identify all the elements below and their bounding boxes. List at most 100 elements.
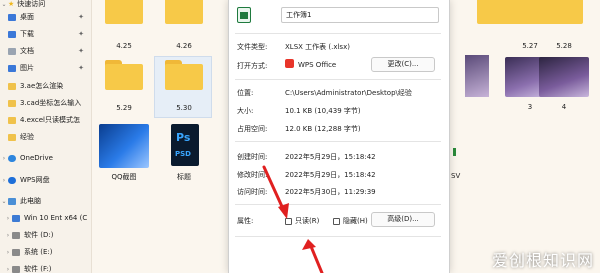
drive-icon <box>12 265 20 273</box>
nav-label: 此电脑 <box>20 197 41 205</box>
nav-label: 下载 <box>20 30 34 38</box>
readonly-checkbox[interactable]: 只读(R) <box>285 216 319 226</box>
desktop-icon <box>8 13 16 21</box>
image-item[interactable]: 4 <box>533 55 595 115</box>
folder-item[interactable]: 5.28 <box>533 0 595 52</box>
chevron-right-icon[interactable]: › <box>0 155 8 162</box>
chevron-right-icon[interactable]: › <box>0 177 8 184</box>
file-label: 5.29 <box>116 104 132 112</box>
sidebar-item-pictures[interactable]: 图片 ✦ <box>0 61 92 75</box>
download-icon <box>8 30 16 38</box>
open-with-label: 打开方式: <box>237 62 268 70</box>
sidebar-item-drive[interactable]: › 软件 (D:) <box>0 228 92 242</box>
modified-label: 修改时间: <box>237 171 268 179</box>
folder-item[interactable]: 5.30 <box>153 60 215 116</box>
nav-label: 文档 <box>20 47 34 55</box>
checkbox-box[interactable] <box>285 217 292 225</box>
chevron-down-icon[interactable]: ⌄ <box>0 198 8 205</box>
file-label: SV <box>451 172 461 180</box>
wps-icon <box>285 59 294 68</box>
attributes-label: 属性: <box>237 217 254 225</box>
drive-icon <box>12 231 20 239</box>
file-type-value: XLSX 工作表 (.xlsx) <box>285 43 350 51</box>
chevron-down-icon[interactable]: ⌄ <box>0 1 8 8</box>
chevron-right-icon[interactable]: › <box>4 232 12 239</box>
nav-label: 软件 (D:) <box>24 231 54 239</box>
pin-icon: ✦ <box>78 64 84 72</box>
excel-file-icon <box>237 7 251 23</box>
sidebar-item-onedrive[interactable]: › OneDrive <box>0 151 92 165</box>
navigation-pane: ⌄ ★ 快速访问 桌面 ✦ 下载 ✦ 文档 ✦ 图片 ✦ 3.ae怎么渲染 3.… <box>0 0 92 273</box>
hidden-checkbox[interactable]: 隐藏(H) <box>333 216 368 226</box>
file-label: QQ截图 <box>111 173 137 181</box>
sidebar-item-downloads[interactable]: 下载 ✦ <box>0 27 92 41</box>
pin-icon: ✦ <box>78 47 84 55</box>
divider <box>235 79 441 80</box>
nav-label: 4.excel只读模式怎 <box>20 116 80 124</box>
checkbox-box[interactable] <box>333 217 340 225</box>
file-label: 4 <box>561 103 567 111</box>
file-label: 4.25 <box>116 42 132 50</box>
windows-wallpaper-thumbnail <box>99 124 149 168</box>
folder-icon <box>545 0 583 24</box>
windows-drive-icon <box>12 214 20 222</box>
folder-item[interactable]: 5.29 <box>93 60 155 116</box>
folder-icon <box>8 116 16 124</box>
nav-label: 桌面 <box>20 13 34 21</box>
location-label: 位置: <box>237 89 254 97</box>
folder-item[interactable]: 4.26 <box>153 0 215 52</box>
file-item[interactable]: SV <box>451 124 513 184</box>
file-label: 5.28 <box>556 42 572 50</box>
nav-label: 图片 <box>20 64 34 72</box>
created-label: 创建时间: <box>237 153 268 161</box>
nav-label: 经验 <box>20 133 34 141</box>
size-label: 大小: <box>237 107 254 115</box>
chevron-right-icon[interactable]: › <box>4 249 12 256</box>
change-button[interactable]: 更改(C)... <box>371 57 435 72</box>
nav-label: 3.ae怎么渲染 <box>20 82 64 90</box>
accessed-label: 访问时间: <box>237 188 268 196</box>
nav-label: 快速访问 <box>17 0 46 8</box>
sidebar-item-folder[interactable]: 3.ae怎么渲染 <box>0 79 92 93</box>
advanced-button[interactable]: 高级(D)... <box>371 212 435 227</box>
chevron-right-icon[interactable]: › <box>4 215 12 222</box>
created-value: 2022年5月29日，15:18:42 <box>285 153 376 161</box>
image-thumbnail <box>465 55 489 97</box>
sidebar-item-folder[interactable]: 4.excel只读模式怎 <box>0 113 92 127</box>
sidebar-item-drive[interactable]: › Win 10 Ent x64 (C <box>0 211 92 225</box>
sidebar-item-this-pc[interactable]: ⌄ 此电脑 <box>0 194 92 208</box>
open-with-value: WPS Office <box>298 61 337 69</box>
image-item[interactable]: QQ截图 <box>93 124 155 184</box>
sidebar-item-drive[interactable]: › 系统 (E:) <box>0 245 92 259</box>
cloud-icon <box>8 176 16 184</box>
chevron-right-icon[interactable]: › <box>4 266 12 273</box>
filename-field[interactable]: 工作簿1 <box>281 7 439 23</box>
nav-label: 软件 (F:) <box>24 265 52 273</box>
drive-icon <box>12 248 20 256</box>
sidebar-item-documents[interactable]: 文档 ✦ <box>0 44 92 58</box>
accessed-value: 2022年5月30日，11:29:39 <box>285 188 376 196</box>
cloud-icon <box>8 154 16 162</box>
sidebar-item-drive[interactable]: › 软件 (F:) <box>0 262 92 273</box>
psd-item[interactable]: Ps PSD 标题 <box>153 124 215 184</box>
divider <box>235 33 441 34</box>
pictures-icon <box>8 64 16 72</box>
folder-icon <box>105 0 143 24</box>
size-value: 10.1 KB (10,439 字节) <box>285 107 361 115</box>
file-label: 5.30 <box>176 104 192 112</box>
file-label: 标题 <box>177 173 191 181</box>
divider <box>235 204 441 205</box>
nav-label: OneDrive <box>20 154 53 162</box>
divider <box>235 236 441 237</box>
sidebar-item-desktop[interactable]: 桌面 ✦ <box>0 10 92 24</box>
sidebar-item-folder[interactable]: 经验 <box>0 130 92 144</box>
file-icon-fragment <box>453 148 456 156</box>
sidebar-item-wps-cloud[interactable]: › WPS网盘 <box>0 173 92 187</box>
pin-icon: ✦ <box>78 13 84 21</box>
nav-label: 3.cad坐标怎么输入 <box>20 99 82 107</box>
image-thumbnail <box>539 57 589 97</box>
modified-value: 2022年5月29日，15:18:42 <box>285 171 376 179</box>
folder-icon <box>8 99 16 107</box>
folder-item[interactable]: 4.25 <box>93 0 155 52</box>
sidebar-item-folder[interactable]: 3.cad坐标怎么输入 <box>0 96 92 110</box>
